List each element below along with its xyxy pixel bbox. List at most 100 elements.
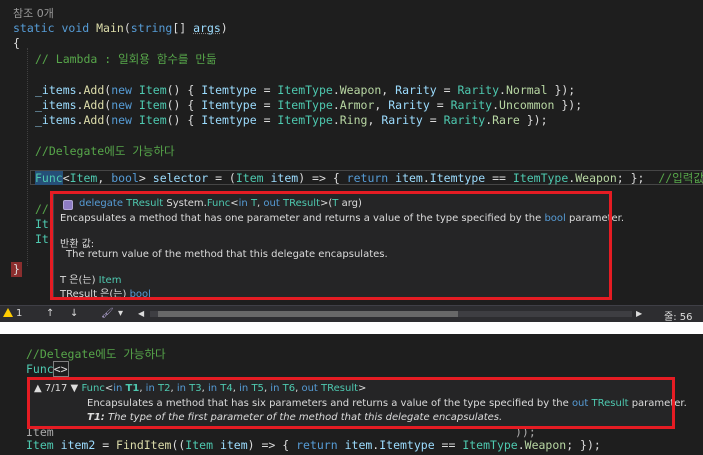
- line-number-indicator[interactable]: 줄: 56: [664, 308, 692, 322]
- code-line-comment-delegate[interactable]: //Delegate에도 가능하다: [35, 144, 175, 159]
- tooltip-description: Encapsulates a method that has one param…: [60, 213, 624, 224]
- editor-status-bar: 1 ↑ ↓ 🖌 ▾ ◀ ▶ 줄: 56: [0, 305, 703, 322]
- code-line-func-selector[interactable]: Func<Item, bool> selector = (Item item) …: [35, 171, 703, 186]
- code-line-partial-item[interactable]: It: [35, 217, 49, 232]
- code-token: () {: [166, 113, 202, 127]
- code-token: >: [138, 171, 153, 185]
- current-param: T1: [125, 383, 140, 394]
- code-token: Itemtype: [379, 438, 435, 452]
- code-line-brace-close[interactable]: }: [11, 262, 22, 277]
- keyword-static: static: [13, 21, 55, 35]
- tooltip-returns-text: The return value of the method that this…: [66, 249, 388, 260]
- code-token: Rarity: [381, 113, 423, 127]
- code-token: Func: [26, 362, 54, 376]
- code-token: Rarity: [388, 98, 430, 112]
- tooltip-token: in: [238, 198, 248, 209]
- nav-down-arrow-icon[interactable]: ↓: [70, 308, 78, 319]
- code-token: .: [332, 83, 340, 97]
- tooltip-signature: delegate TResult System.Func<in T, out T…: [79, 198, 362, 209]
- overload-down-icon[interactable]: ▼: [71, 383, 79, 394]
- tooltip-token: >: [358, 383, 367, 394]
- tooltip-token: in: [270, 383, 280, 394]
- signature-help-header: ▲ 7/17 ▼ Func<in T1, in T2, in T3, in T4…: [34, 383, 366, 394]
- code-token: item: [344, 438, 373, 452]
- code-line-brace-open[interactable]: {: [13, 36, 20, 51]
- code-token: _items: [35, 98, 77, 112]
- tooltip-token: T4: [220, 383, 233, 394]
- code-token: Itemtype: [429, 171, 486, 185]
- code-line-add-armor[interactable]: _items.Add(new Item() { Itemtype = ItemT…: [35, 98, 582, 113]
- code-token: = (: [208, 171, 236, 185]
- keyword-string: string: [130, 21, 173, 35]
- code-token: //입력값과 반환값: [658, 171, 703, 185]
- code-token: return: [296, 438, 338, 452]
- code-line-partial-comment[interactable]: //: [35, 202, 49, 217]
- code-token: () {: [166, 98, 202, 112]
- code-token: });: [554, 98, 583, 112]
- code-token: ,: [367, 113, 382, 127]
- code-token: .: [499, 83, 506, 97]
- scroll-left-icon[interactable]: ◀: [138, 309, 144, 318]
- warning-icon: [3, 308, 13, 317]
- nav-up-arrow-icon[interactable]: ↑: [46, 308, 54, 319]
- tooltip-token: TResult: [282, 198, 320, 209]
- code-line-func-typing[interactable]: Func<>: [26, 361, 69, 377]
- code-line-add-weapon[interactable]: _items.Add(new Item() { Itemtype = ItemT…: [35, 83, 575, 98]
- code-line-main-signature[interactable]: static void Main(string[] args): [13, 21, 228, 36]
- chevron-down-icon[interactable]: ▾: [118, 308, 123, 319]
- code-token: ,: [374, 98, 389, 112]
- code-token: Itemtype: [201, 83, 257, 97]
- code-token: Normal: [505, 83, 548, 97]
- code-token: ItemType: [277, 83, 333, 97]
- horizontal-scrollbar-thumb[interactable]: [158, 311, 458, 317]
- code-token: item: [395, 171, 423, 185]
- func-type-hovered[interactable]: Func: [35, 171, 63, 185]
- code-token: bool: [111, 171, 139, 185]
- overload-up-icon[interactable]: ▲: [34, 383, 42, 394]
- warning-count[interactable]: 1: [3, 308, 22, 319]
- code-token: Rare: [492, 113, 520, 127]
- code-line-add-ring[interactable]: _items.Add(new Item() { Itemtype = ItemT…: [35, 113, 548, 128]
- code-token: (: [123, 21, 131, 35]
- code-token: Add: [83, 83, 105, 97]
- code-token: new: [111, 113, 132, 127]
- scroll-right-icon[interactable]: ▶: [636, 309, 642, 318]
- code-token: <>: [52, 361, 69, 377]
- code-line-comment-delegate[interactable]: //Delegate에도 가능하다: [26, 347, 166, 362]
- code-token: return: [346, 171, 389, 185]
- code-line-item2[interactable]: Item item2 = FindItem((Item item) => { r…: [26, 438, 601, 453]
- code-token: .: [422, 171, 430, 185]
- code-token: Add: [83, 113, 105, 127]
- code-token: =: [436, 83, 458, 97]
- code-token: });: [519, 113, 548, 127]
- code-token: Add: [83, 98, 105, 112]
- code-cleanup-brush-icon[interactable]: 🖌: [101, 308, 114, 319]
- tooltip-token: in: [113, 383, 123, 394]
- code-token: ItemType: [512, 171, 569, 185]
- code-token: []: [172, 21, 194, 35]
- code-token: <: [62, 171, 70, 185]
- code-editor-bottom[interactable]: //Delegate에도 가능하다 Func<> Item )); Item i…: [0, 334, 703, 455]
- code-token: ,: [381, 83, 396, 97]
- code-token: Item: [185, 438, 213, 452]
- tooltip-token: bool: [129, 289, 151, 300]
- codelens-references[interactable]: 참조 0개: [13, 6, 54, 21]
- code-editor-top[interactable]: 참조 0개 static void Main(string[] args) { …: [0, 0, 703, 322]
- code-token: item: [219, 438, 248, 452]
- tooltip-token: delegate: [79, 198, 123, 209]
- code-token: Weapon: [339, 83, 382, 97]
- method-name: Main: [96, 21, 124, 35]
- code-line-comment-lambda[interactable]: // Lambda : 일회용 함수를 만듦: [35, 52, 217, 67]
- code-token: selector: [152, 171, 209, 185]
- indent-guide: [27, 48, 28, 266]
- tooltip-token: arg: [341, 198, 358, 209]
- tooltip-token: parameter.: [628, 398, 687, 409]
- code-token: item2: [60, 438, 96, 452]
- code-token: Item: [138, 113, 167, 127]
- code-line-partial-item[interactable]: It: [35, 232, 49, 247]
